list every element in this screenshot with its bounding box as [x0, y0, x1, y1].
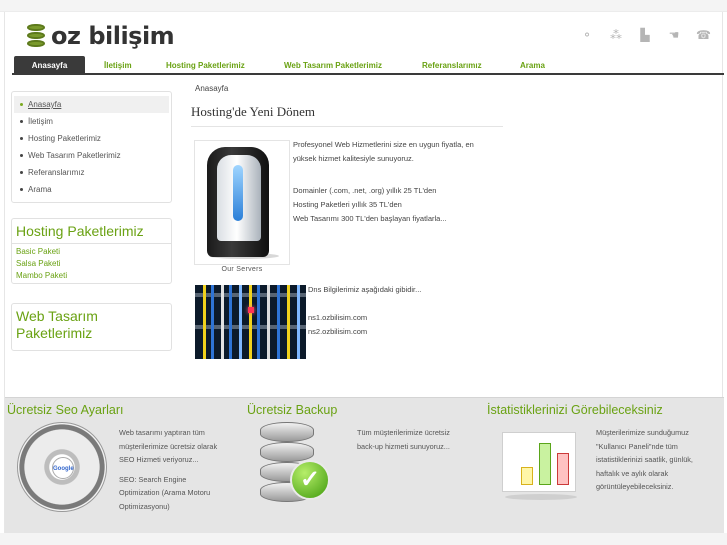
main-nav: Anasayfa İletişim Hosting Paketlerimiz W… — [12, 54, 724, 75]
bullet-icon — [20, 137, 23, 141]
intro-text: Profesyonel Web Hizmetlerini size en uyg… — [293, 140, 474, 163]
sidebar-item-label: Web Tasarım Paketlerimiz — [28, 151, 121, 160]
sidebar-item-label: Arama — [28, 185, 52, 194]
nav-item-web-tasarim[interactable]: Web Tasarım Paketlerimiz — [284, 56, 382, 75]
nav-item-referanslar[interactable]: Referanslarımız — [422, 56, 482, 75]
web-box-title: Web Tasarım Paketlerimiz — [16, 308, 98, 341]
web-design-packages-box: Web Tasarım Paketlerimiz — [11, 303, 172, 351]
top-band — [0, 0, 727, 12]
stats-chart-icon — [502, 432, 576, 492]
dns-text: Dns Bilgilerimiz aşağıdaki gibidir... ns… — [308, 283, 421, 339]
header-icons: ⚬ ⁂ ▙ ☚ ☎ — [580, 28, 711, 42]
database-logo-icon — [27, 24, 45, 48]
nav-item-arama[interactable]: Arama — [520, 56, 545, 75]
backup-title: Ücretsiz Backup — [247, 403, 338, 417]
bullet-icon — [20, 120, 23, 124]
hosting-packages-box: Hosting Paketlerimiz Basic Paketi Salsa … — [11, 218, 172, 284]
sidebar-item-hosting[interactable]: Hosting Paketlerimiz — [14, 130, 169, 147]
dns-server-2: ns2.ozbilisim.com — [308, 327, 368, 336]
logo-text: oz bilişim — [51, 22, 175, 50]
price-text: Domainler (.com, .net, .org) yıllık 25 T… — [293, 186, 447, 223]
sidebar-menu: Anasayfa İletişim Hosting Paketlerimiz W… — [11, 91, 172, 203]
backup-text: Tüm müşterilerimize ücretsiz back-up hiz… — [357, 428, 450, 451]
bottom-band — [0, 533, 727, 545]
sidebar-item-referanslar[interactable]: Referanslarımız — [14, 164, 169, 181]
seo-title: Ücretsiz Seo Ayarları — [7, 403, 124, 417]
sidebar-item-arama[interactable]: Arama — [14, 181, 169, 198]
bullet-icon — [20, 154, 23, 158]
network-cables-image — [195, 285, 306, 359]
network-icon[interactable]: ⁂ — [609, 28, 623, 42]
stats-title: İstatistiklerinizi Görebileceksiniz — [487, 403, 663, 417]
nav-item-hosting[interactable]: Hosting Paketlerimiz — [166, 56, 245, 75]
sidebar-item-label: Anasayfa — [28, 100, 62, 109]
bullet-icon — [20, 103, 23, 107]
sitemap-dots-icon[interactable]: ⚬ — [580, 28, 594, 42]
footer-features: Ücretsiz Seo Ayarları Google Web tasarım… — [5, 397, 724, 545]
dns-server-1: ns1.ozbilisim.com — [308, 313, 368, 322]
database-backup-icon: ✓ — [260, 422, 330, 506]
sidebar-item-web-tasarim[interactable]: Web Tasarım Paketlerimiz — [14, 147, 169, 164]
sidebar-item-anasayfa[interactable]: Anasayfa — [14, 96, 169, 113]
image-caption: Our Servers — [221, 266, 263, 273]
stats-text: Müşterilerimize sunduğumuz "Kullanıcı Pa… — [596, 428, 693, 491]
sidebar-item-iletisim[interactable]: İletişim — [14, 113, 169, 130]
nav-item-anasayfa[interactable]: Anasayfa — [14, 56, 85, 75]
check-icon: ✓ — [290, 460, 330, 500]
breadcrumb[interactable]: Anasayfa — [195, 84, 228, 93]
phone-icon[interactable]: ☎ — [696, 28, 711, 42]
page-container: oz bilişim ⚬ ⁂ ▙ ☚ ☎ Anasayfa İletişim H… — [4, 12, 724, 545]
sidebar-item-label: Referanslarımız — [28, 168, 85, 177]
server-image — [194, 140, 290, 265]
sidebar-item-label: Hosting Paketlerimiz — [28, 134, 101, 143]
seo-wheel-label: Google — [52, 457, 74, 479]
package-link-mambo[interactable]: Mambo Paketi — [12, 270, 171, 282]
seo-text: Web tasarımı yaptıran tüm müşterilerimiz… — [119, 428, 218, 511]
building-icon[interactable]: ▙ — [638, 28, 652, 42]
bullet-icon — [20, 188, 23, 192]
sidebar-item-label: İletişim — [28, 117, 53, 126]
seo-wheel-icon: Google — [17, 422, 107, 512]
bullet-icon — [20, 171, 23, 175]
page-title: Hosting'de Yeni Dönem — [191, 104, 503, 127]
hosting-box-title: Hosting Paketlerimiz — [12, 219, 171, 244]
hand-icon[interactable]: ☚ — [667, 28, 681, 42]
nav-item-iletisim[interactable]: İletişim — [104, 56, 132, 75]
site-logo[interactable]: oz bilişim — [27, 22, 175, 50]
package-link-basic[interactable]: Basic Paketi — [12, 246, 171, 258]
package-link-salsa[interactable]: Salsa Paketi — [12, 258, 171, 270]
